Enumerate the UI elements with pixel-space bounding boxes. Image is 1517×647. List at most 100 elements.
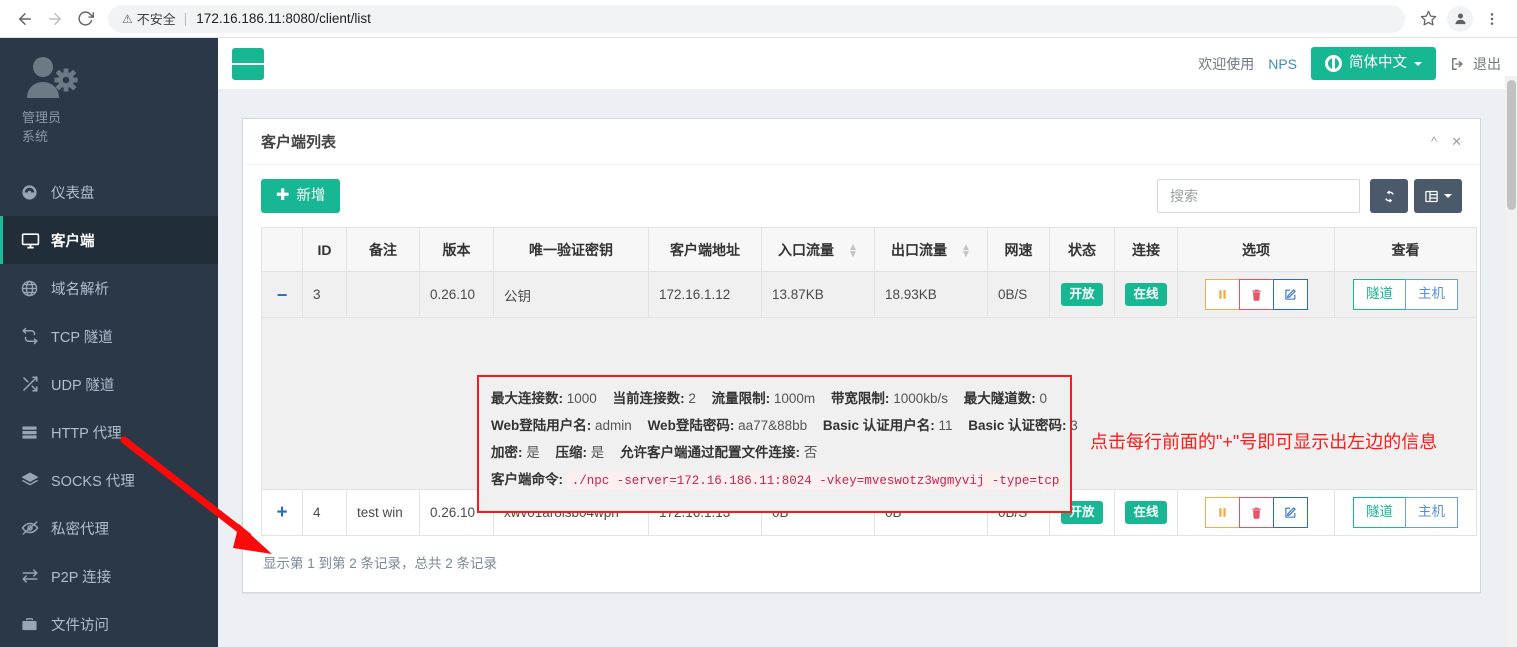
edit-button[interactable] bbox=[1272, 497, 1308, 528]
browser-menu-button[interactable] bbox=[1477, 4, 1507, 34]
bookmark-button[interactable] bbox=[1413, 4, 1443, 34]
hamburger-icon bbox=[232, 62, 243, 65]
sidebar-user-role: 管理员 bbox=[22, 110, 62, 125]
th-address[interactable]: 客户端地址 bbox=[648, 227, 762, 272]
reload-button[interactable] bbox=[70, 4, 100, 34]
th-version[interactable]: 版本 bbox=[419, 227, 494, 272]
sidebar-item-domain[interactable]: 域名解析 bbox=[0, 264, 218, 312]
address-bar[interactable]: ⚠ 不安全 | 172.16.186.11:8080/client/list bbox=[108, 4, 1405, 33]
sidebar-toggle-button[interactable] bbox=[232, 47, 265, 80]
sidebar-item-label: TCP 隧道 bbox=[51, 329, 113, 346]
sidebar-item-private-proxy[interactable]: 私密代理 bbox=[0, 504, 218, 552]
row-collapse-toggle[interactable]: − bbox=[261, 271, 303, 318]
arrows-horizontal-icon bbox=[21, 567, 51, 585]
sidebar-item-udp-tunnel[interactable]: UDP 隧道 bbox=[0, 360, 218, 408]
edit-button[interactable] bbox=[1272, 279, 1308, 310]
th-vkey[interactable]: 唯一验证密钥 bbox=[493, 227, 649, 272]
sidebar-item-label: HTTP 代理 bbox=[51, 425, 122, 442]
pause-button[interactable] bbox=[1204, 497, 1240, 528]
detail-value-compress: 是 bbox=[590, 445, 605, 460]
hamburger-icon-bar bbox=[253, 62, 265, 65]
th-in-flow[interactable]: 入口流量 ▲ ▼ bbox=[761, 227, 875, 272]
refresh-button[interactable] bbox=[1370, 179, 1408, 213]
page-scrollbar-thumb[interactable] bbox=[1507, 80, 1516, 210]
card-tools: ^ ✕ bbox=[1431, 134, 1462, 150]
eye-slash-icon bbox=[21, 519, 51, 537]
chevron-up-icon[interactable]: ^ bbox=[1431, 134, 1437, 149]
three-dot-menu-icon bbox=[1490, 12, 1494, 25]
sidebar-item-label: SOCKS 代理 bbox=[51, 473, 135, 490]
sidebar-item-tcp-tunnel[interactable]: TCP 隧道 bbox=[0, 312, 218, 360]
host-button[interactable]: 主机 bbox=[1405, 497, 1458, 528]
chevron-down-icon bbox=[1414, 61, 1422, 66]
sidebar-item-http-proxy[interactable]: HTTP 代理 bbox=[0, 408, 218, 456]
sidebar-item-client[interactable]: 客户端 bbox=[0, 216, 218, 264]
refresh-icon bbox=[1384, 189, 1394, 203]
profile-button[interactable] bbox=[1445, 4, 1475, 34]
th-out-flow[interactable]: 出口流量 ▲ ▼ bbox=[874, 227, 988, 272]
detail-value-flow-limit: 1000m bbox=[773, 391, 816, 406]
detail-value-encrypt: 是 bbox=[526, 445, 540, 460]
table-head: ID 备注 版本 唯一验证密钥 客户端地址 入口流量 ▲ ▼ 出口流量 ▲ ▼ … bbox=[261, 227, 1477, 272]
th-remark[interactable]: 备注 bbox=[346, 227, 420, 272]
cell-view: 隧道 主机 bbox=[1334, 489, 1477, 536]
client-command-code[interactable]: ./npc -server=172.16.186.11:8024 -vkey=m… bbox=[566, 472, 1065, 490]
detail-label-basic-pass: Basic 认证密码: bbox=[968, 418, 1067, 433]
delete-button[interactable] bbox=[1238, 279, 1274, 310]
language-selector[interactable]: 简体中文 bbox=[1311, 47, 1436, 80]
sidebar-item-dashboard[interactable]: 仪表盘 bbox=[0, 168, 218, 216]
th-id[interactable]: ID bbox=[302, 227, 347, 272]
cell-remark bbox=[346, 271, 420, 318]
row-expand-toggle[interactable]: + bbox=[261, 489, 303, 536]
logout-button[interactable]: 退出 bbox=[1450, 54, 1501, 74]
search-input[interactable] bbox=[1157, 179, 1360, 213]
th-connection[interactable]: 连接 bbox=[1114, 227, 1178, 272]
monitor-icon bbox=[21, 231, 51, 250]
add-client-button[interactable]: ✚ 新增 bbox=[261, 179, 341, 213]
columns-button[interactable] bbox=[1414, 179, 1462, 213]
cell-vkey: 公钥 bbox=[493, 271, 649, 318]
user-gear-avatar-icon bbox=[22, 54, 80, 104]
main-content: 欢迎使用 NPS 简体中文 退出 客户端列表 ^ ✕ ✚ 新增 搜索 ID 备注… bbox=[218, 38, 1517, 647]
cell-options bbox=[1177, 489, 1335, 536]
delete-button[interactable] bbox=[1238, 497, 1274, 528]
cell-out-flow: 18.93KB bbox=[874, 271, 988, 318]
tunnel-button[interactable]: 隧道 bbox=[1353, 279, 1406, 310]
detail-line-limits: 最大连接数: 1000 当前连接数: 2 流量限制: 1000m 带宽限制: 1… bbox=[491, 385, 1058, 412]
detail-value-web-pass: aa77&88bb bbox=[738, 418, 808, 433]
forward-button[interactable] bbox=[40, 4, 70, 34]
sidebar-user-panel: 管理员 系统 bbox=[0, 38, 218, 156]
detail-value-max-conn: 1000 bbox=[566, 391, 597, 406]
brand-link[interactable]: NPS bbox=[1268, 56, 1297, 72]
row-options-group bbox=[1188, 279, 1324, 310]
briefcase-icon bbox=[21, 616, 51, 633]
sidebar-nav: 仪表盘 客户端 域名解析 TCP 隧道 UDP 隧道 HTTP 代理 SOCKS… bbox=[0, 156, 218, 647]
detail-label-web-pass: Web登陆密码: bbox=[647, 418, 735, 433]
back-button[interactable] bbox=[10, 4, 40, 34]
top-navbar: 欢迎使用 NPS 简体中文 退出 bbox=[218, 38, 1517, 90]
trash-icon bbox=[1251, 507, 1261, 519]
sidebar-item-file-access[interactable]: 文件访问 bbox=[0, 600, 218, 647]
pause-icon bbox=[1218, 290, 1226, 299]
cell-options bbox=[1177, 271, 1335, 318]
detail-label-encrypt: 加密: bbox=[491, 445, 523, 460]
tunnel-button[interactable]: 隧道 bbox=[1353, 497, 1406, 528]
sidebar-item-label: 私密代理 bbox=[51, 521, 109, 538]
close-x-icon[interactable]: ✕ bbox=[1451, 134, 1462, 150]
th-speed[interactable]: 网速 bbox=[987, 227, 1050, 272]
logout-label: 退出 bbox=[1473, 55, 1501, 72]
page-title: 客户端列表 bbox=[261, 134, 337, 151]
sidebar-item-p2p[interactable]: P2P 连接 bbox=[0, 552, 218, 600]
pause-button[interactable] bbox=[1204, 279, 1240, 310]
shuffle-icon bbox=[21, 375, 51, 393]
sidebar-item-socks-proxy[interactable]: SOCKS 代理 bbox=[0, 456, 218, 504]
not-secure-warning-icon: ⚠ bbox=[122, 11, 133, 26]
row-view-group: 隧道 主机 bbox=[1345, 497, 1466, 528]
sort-arrows-icon: ▲ ▼ bbox=[847, 241, 858, 260]
th-expand bbox=[261, 227, 303, 272]
table-toolbar: ✚ 新增 bbox=[261, 179, 1462, 227]
detail-value-basic-pass: 3 bbox=[1070, 418, 1078, 433]
plus-icon: ✚ bbox=[276, 187, 290, 204]
host-button[interactable]: 主机 bbox=[1405, 279, 1458, 310]
th-status[interactable]: 状态 bbox=[1049, 227, 1115, 272]
